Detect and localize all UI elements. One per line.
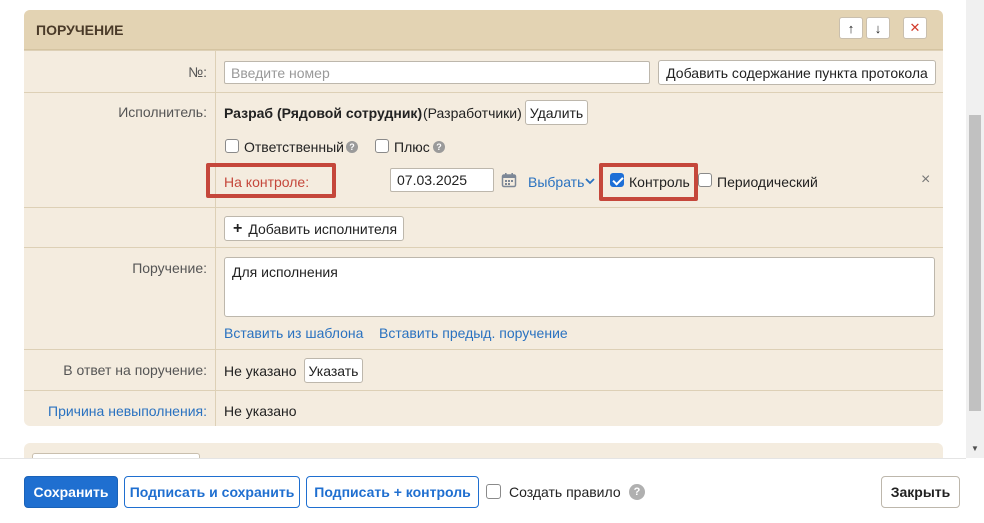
arrow-up-icon: ↑: [847, 20, 855, 36]
reply-row: В ответ на поручение: Не указано Указать: [24, 349, 943, 390]
scroll-down-icon[interactable]: ▼: [969, 444, 981, 454]
executor-row: Исполнитель: Разраб (Рядовой сотрудник) …: [24, 92, 943, 207]
responsible-checkbox[interactable]: [225, 139, 239, 153]
executor-name: Разраб (Рядовой сотрудник): [224, 105, 423, 121]
add-executor-row: + Добавить исполнителя: [24, 207, 943, 247]
arrow-down-icon: ↓: [874, 20, 882, 36]
reply-label: В ответ на поручение:: [63, 362, 207, 378]
periodic-label: Периодический: [717, 174, 818, 190]
number-row: №: Введите номер Добавить содержание пун…: [24, 50, 943, 92]
help-icon[interactable]: ?: [629, 484, 645, 500]
reason-label[interactable]: Причина невыполнения:: [24, 403, 207, 419]
add-protocol-content-button[interactable]: Добавить содержание пункта протокола: [658, 60, 936, 85]
responsible-label: Ответственный: [244, 139, 344, 155]
highlight-box: [206, 163, 336, 198]
create-rule-checkbox[interactable]: [486, 484, 501, 499]
remove-control-icon[interactable]: ×: [921, 171, 930, 189]
sign-control-button[interactable]: Подписать + контроль: [306, 476, 479, 508]
plus-label: Плюс: [394, 139, 430, 155]
task-textarea[interactable]: Для исполнения: [224, 257, 935, 317]
task-panel: ПОРУЧЕНИЕ ↑ ↓ ✕ №: Введите номер Добавит…: [24, 10, 943, 426]
insert-from-template-link[interactable]: Вставить из шаблона: [224, 325, 363, 341]
save-button[interactable]: Сохранить: [24, 476, 118, 508]
highlight-box: [599, 163, 698, 201]
reply-label-col: В ответ на поручение:: [24, 350, 216, 390]
executor-label-col: Исполнитель:: [24, 93, 216, 207]
move-down-button[interactable]: ↓: [866, 17, 890, 39]
delete-executor-button[interactable]: Удалить: [525, 100, 588, 125]
panel-header: ПОРУЧЕНИЕ ↑ ↓ ✕: [24, 10, 943, 50]
close-button[interactable]: Закрыть: [881, 476, 960, 508]
periodic-checkbox[interactable]: [698, 173, 712, 187]
panel-title: ПОРУЧЕНИЕ: [36, 22, 124, 38]
close-icon: ✕: [909, 20, 921, 35]
executor-department: (Разработчики): [423, 105, 522, 121]
scrollbar-thumb[interactable]: [969, 115, 981, 411]
choose-date-link[interactable]: Выбрать: [528, 174, 584, 190]
reason-value: Не указано: [224, 403, 297, 419]
insert-previous-task-link[interactable]: Вставить предыд. поручение: [379, 325, 568, 341]
sign-and-save-button[interactable]: Подписать и сохранить: [124, 476, 300, 508]
create-rule-label: Создать правило: [509, 484, 621, 500]
reason-row: Причина невыполнения: Не указано: [24, 390, 943, 426]
chevron-down-icon[interactable]: [585, 178, 595, 185]
reason-label-col: Причина невыполнения:: [24, 391, 216, 426]
specify-button[interactable]: Указать: [304, 358, 363, 383]
number-label-col: №:: [24, 51, 216, 92]
task-label: Поручение:: [132, 260, 207, 276]
calendar-icon[interactable]: [501, 172, 517, 188]
control-date-input[interactable]: 07.03.2025: [390, 168, 494, 192]
help-icon[interactable]: ?: [346, 141, 358, 153]
plus-checkbox[interactable]: [375, 139, 389, 153]
add-executor-label-col: [24, 208, 216, 247]
number-label: №:: [188, 64, 207, 80]
help-icon[interactable]: ?: [433, 141, 445, 153]
add-executor-button[interactable]: + Добавить исполнителя: [224, 216, 404, 241]
executor-label: Исполнитель:: [118, 104, 207, 120]
close-panel-button[interactable]: ✕: [903, 17, 927, 39]
reply-value: Не указано: [224, 363, 297, 379]
number-input[interactable]: Введите номер: [224, 61, 650, 84]
task-label-col: Поручение:: [24, 248, 216, 349]
task-row: Поручение: Для исполнения Вставить из ша…: [24, 247, 943, 349]
move-up-button[interactable]: ↑: [839, 17, 863, 39]
add-executor-label: Добавить исполнителя: [248, 220, 398, 237]
plus-icon: +: [233, 219, 243, 237]
